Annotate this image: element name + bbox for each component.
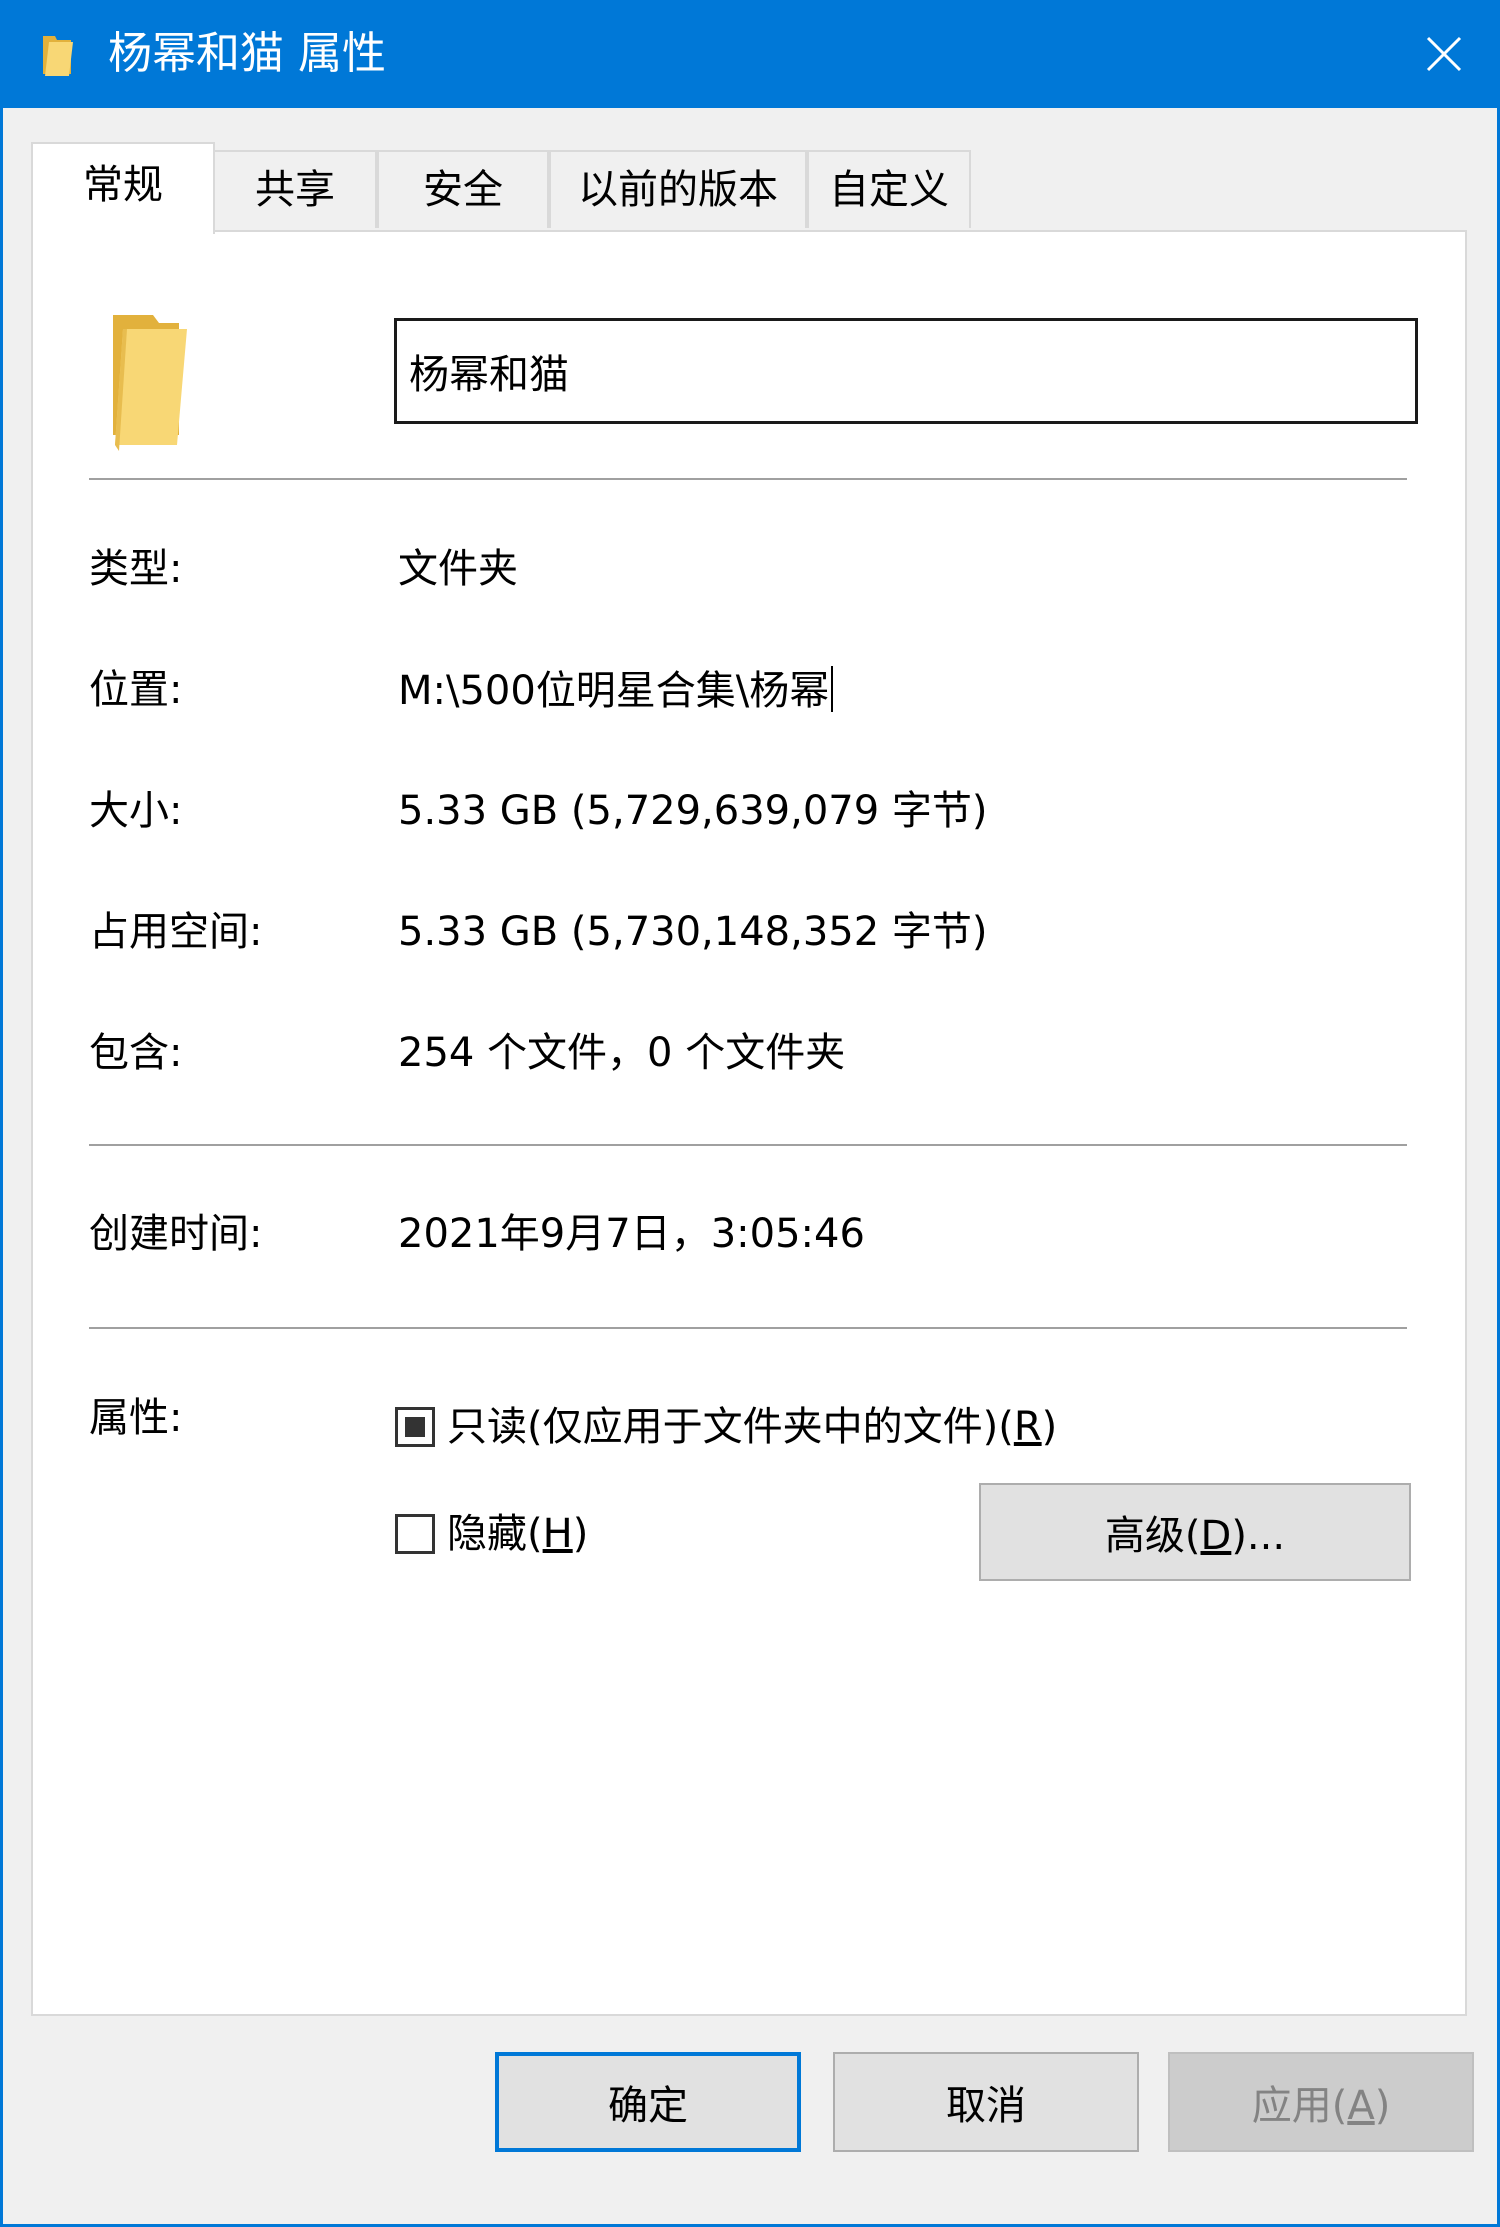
location-label: 位置: (89, 667, 183, 713)
apply-label: 应用(A) (1251, 2083, 1391, 2129)
divider (89, 1327, 1407, 1329)
folder-name-input[interactable] (394, 318, 1418, 424)
tab-general[interactable]: 常规 (31, 142, 215, 234)
ok-button[interactable]: 确定 (495, 2052, 801, 2152)
divider (89, 1144, 1407, 1146)
tab-previous-versions[interactable]: 以前的版本 (549, 150, 807, 228)
text-caret (831, 666, 834, 712)
disk-size-value: 5.33 GB (5,730,148,352 字节) (398, 909, 988, 955)
window-title: 杨幂和猫 属性 (108, 28, 386, 79)
size-value: 5.33 GB (5,729,639,079 字节) (398, 788, 988, 834)
tab-customize[interactable]: 自定义 (807, 150, 971, 228)
type-label: 类型: (89, 546, 183, 592)
attributes-label: 属性: (89, 1395, 183, 1441)
hidden-label: 隐藏(H) (447, 1511, 589, 1557)
disk-size-label: 占用空间: (89, 909, 263, 955)
title-bar[interactable]: 杨幂和猫 属性 (3, 0, 1497, 108)
location-value: M:\500位明星合集\杨幂 (398, 668, 830, 714)
divider (89, 478, 1407, 480)
type-value: 文件夹 (398, 546, 518, 592)
readonly-checkbox[interactable] (395, 1407, 435, 1447)
contains-label: 包含: (89, 1030, 183, 1076)
created-value: 2021年9月7日，3:05:46 (398, 1211, 865, 1257)
hidden-checkbox-row[interactable]: 隐藏(H) (395, 1510, 588, 1558)
tab-sharing[interactable]: 共享 (213, 150, 377, 228)
folder-large-icon (113, 315, 187, 451)
folder-icon (43, 36, 73, 76)
close-icon (1426, 36, 1462, 72)
readonly-label: 只读(仅应用于文件夹中的文件)(R) (447, 1404, 1058, 1450)
hidden-checkbox[interactable] (395, 1514, 435, 1554)
advanced-label: 高级(D)... (1104, 1513, 1286, 1559)
readonly-checkbox-row[interactable]: 只读(仅应用于文件夹中的文件)(R) (395, 1403, 1057, 1451)
close-button[interactable] (1391, 0, 1497, 108)
apply-button[interactable]: 应用(A) (1168, 2052, 1474, 2152)
size-label: 大小: (89, 788, 183, 834)
general-panel (31, 230, 1467, 2016)
advanced-button[interactable]: 高级(D)... (979, 1483, 1411, 1581)
location-value-field[interactable]: M:\500位明星合集\杨幂 (398, 666, 834, 715)
properties-window: 杨幂和猫 属性 常规 共享 安全 以前的版本 自定义 类型: 文件夹 位置: M… (0, 0, 1500, 2227)
contains-value: 254 个文件，0 个文件夹 (398, 1030, 846, 1076)
created-label: 创建时间: (89, 1211, 263, 1257)
indeterminate-mark (405, 1417, 425, 1437)
tab-security[interactable]: 安全 (377, 150, 549, 228)
cancel-button[interactable]: 取消 (833, 2052, 1139, 2152)
